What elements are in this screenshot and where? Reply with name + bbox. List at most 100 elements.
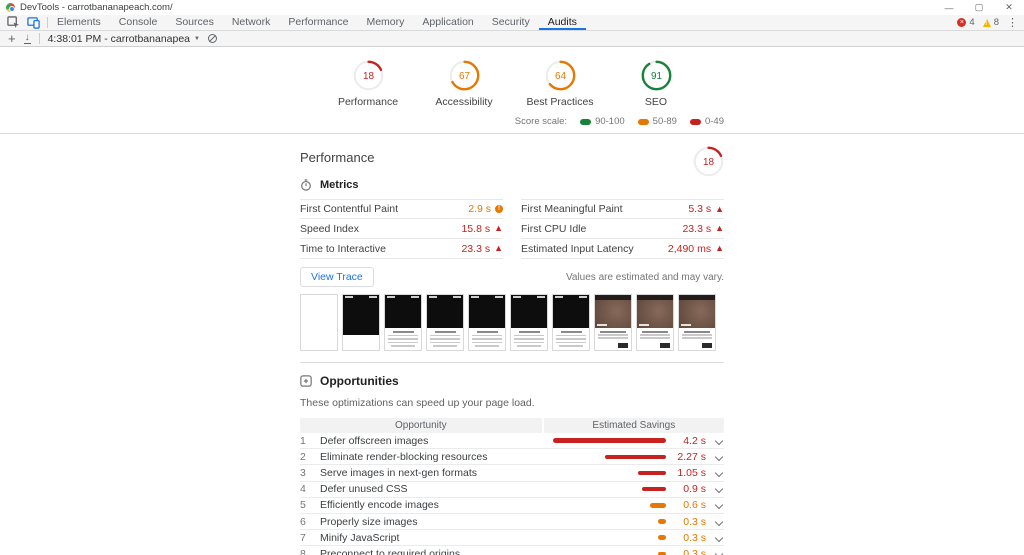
svg-text:18: 18 [362,71,374,82]
audit-run-select[interactable]: 4:38:01 PM - carrotbananapea ▼ [48,33,200,45]
devtools-tabs: Elements Console Sources Network Performance… [48,15,586,30]
tab-network[interactable]: Network [223,15,280,30]
filmstrip-frame-3 [384,294,422,351]
chevron-down-icon[interactable] [714,501,724,509]
opportunities-icon [300,375,312,387]
opportunity-label: Preconnect to required origins [320,547,461,555]
chevron-down-icon[interactable] [714,469,724,477]
chevron-down-icon[interactable] [714,437,724,445]
fail-triangle-icon: ▲ [494,243,503,253]
score-performance[interactable]: 18 Performance [326,60,410,108]
opportunity-minify-javascript[interactable]: 7 Minify JavaScript 0.3 s [300,530,724,547]
scale-pill-icon [580,118,592,125]
tab-security[interactable]: Security [483,15,539,30]
metric-value: 2.9 s [468,203,491,215]
tab-sources[interactable]: Sources [166,15,223,30]
chevron-down-icon[interactable] [714,453,724,461]
opportunity-label: Defer offscreen images [320,434,429,447]
opportunity-defer-offscreen-images[interactable]: 1 Defer offscreen images 4.2 s [300,433,724,450]
savings-bar [658,519,666,524]
performance-score-gauge[interactable]: 18 [693,146,724,177]
tab-console[interactable]: Console [110,15,167,30]
window-controls: — ▢ ✕ [934,0,1024,15]
console-error-badge[interactable]: × 4 [957,17,975,28]
tab-elements[interactable]: Elements [48,15,110,30]
metric-value: 2,490 ms [667,242,712,255]
metrics-table: First Contentful Paint 2.9 s! Speed Index… [300,199,724,259]
svg-text:91: 91 [650,71,662,82]
console-warning-badge[interactable]: ! 8 [982,17,999,28]
clear-audits-icon[interactable] [207,34,217,43]
chevron-down-icon[interactable] [714,485,724,493]
estimate-note: Values are estimated and may vary. [565,271,724,283]
metric-first-meaningful-paint: First Meaningful Paint 5.3 s ▲ [521,199,724,219]
metric-name: Speed Index [300,222,359,235]
column-header-estimated-savings: Estimated Savings [543,418,724,433]
maximize-icon[interactable]: ▢ [964,0,994,15]
download-report-icon[interactable]: ↓ [23,33,31,44]
score-accessibility[interactable]: 67 Accessibility [422,60,506,108]
tab-application[interactable]: Application [413,15,482,30]
score-scale-ranges: 90-100 50-89 0-49 [580,116,724,127]
opportunities-column-headers: Opportunity Estimated Savings [300,418,724,433]
metrics-group-header: Metrics [300,179,724,191]
filmstrip-frame-2 [342,294,380,351]
filmstrip-frame-6 [510,294,548,351]
score-seo[interactable]: 91 SEO [614,60,698,108]
opportunity-eliminate-render-blocking-resources[interactable]: 2 Eliminate render-blocking resources 2.… [300,449,724,466]
close-icon[interactable]: ✕ [994,0,1024,15]
inspect-element-icon[interactable] [7,16,20,29]
filmstrip-frame-5 [468,294,506,351]
chevron-down-icon[interactable] [714,534,724,542]
opportunity-efficiently-encode-images[interactable]: 5 Efficiently encode images 0.6 s [300,498,724,514]
opportunity-number: 6 [300,515,306,528]
scale-range-90-100: 90-100 [580,116,625,127]
chevron-down-icon[interactable] [714,518,724,526]
tab-performance[interactable]: Performance [279,15,357,30]
metric-speed-index: Speed Index 15.8 s ▲ [300,219,503,239]
device-toolbar-icon[interactable] [27,16,40,29]
opportunities-description: These optimizations can speed up your pa… [300,397,535,409]
metric-value: 5.3 s [688,203,712,215]
tab-memory[interactable]: Memory [357,15,413,30]
opportunity-number: 3 [300,466,306,479]
savings-bar [650,503,666,508]
savings-value: 2.27 s [677,450,706,463]
fail-triangle-icon: ▲ [715,243,724,253]
savings-bar [638,470,666,476]
metric-time-to-interactive: Time to Interactive 23.3 s ▲ [300,239,503,259]
score-best-practices[interactable]: 64 Best Practices [518,60,602,108]
savings-bar [605,454,666,460]
score-label: Best Practices [526,96,594,108]
opportunity-preconnect-to-required-origins[interactable]: 8 Preconnect to required origins 0.3 s [300,546,724,555]
fail-triangle-icon: ▲ [715,223,724,233]
savings-bar [553,438,666,443]
warning-count: 8 [993,17,999,28]
score-gauge: 18 [353,60,384,91]
opportunity-properly-size-images[interactable]: 6 Properly size images 0.3 s [300,514,724,531]
new-audit-icon[interactable]: + [8,32,16,45]
audits-toolbar: + ↓ 4:38:01 PM - carrotbananapea ▼ [0,31,1024,47]
scale-pill-icon [689,118,701,125]
opportunities-rows: 1 Defer offscreen images 4.2 s 2 Elimina… [300,433,724,555]
tab-audits[interactable]: Audits [538,15,586,30]
opportunity-serve-images-in-next-gen-formats[interactable]: 3 Serve images in next-gen formats 1.05 … [300,465,724,482]
column-header-opportunity: Opportunity [300,418,542,433]
opportunity-defer-unused-css[interactable]: 4 Defer unused CSS 0.9 s [300,482,724,498]
audit-run-label: 4:38:01 PM - carrotbananapea [47,32,191,45]
opportunity-label: Defer unused CSS [320,483,408,496]
score-gauge: 91 [641,60,672,91]
chevron-down-icon[interactable] [714,550,724,555]
warning-icon: ! [982,18,991,27]
kebab-menu-icon[interactable]: ⋮ [1007,16,1018,29]
tabbar-right: × 4 ! 8 ⋮ [957,15,1024,30]
metric-value: 23.3 s [682,222,712,235]
section-divider [0,133,1024,134]
opportunity-label: Minify JavaScript [320,531,400,544]
minimize-icon[interactable]: — [934,0,964,15]
metric-name: First Contentful Paint [300,203,399,215]
opportunity-label: Serve images in next-gen formats [320,466,477,479]
score-label: SEO [644,96,668,108]
view-trace-button[interactable]: View Trace [300,267,374,287]
error-count: 4 [969,17,975,28]
